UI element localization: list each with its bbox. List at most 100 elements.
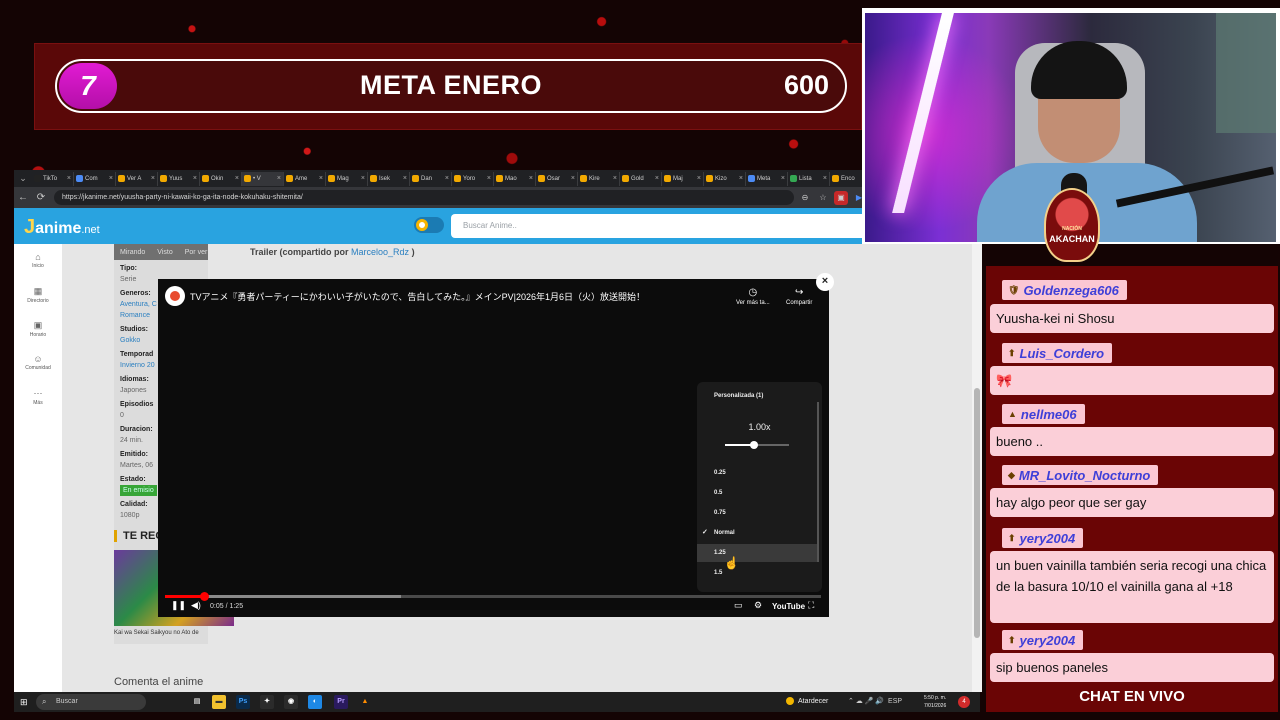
- close-tab-icon[interactable]: ×: [361, 175, 365, 182]
- youtube-logo[interactable]: YouTube: [772, 602, 805, 611]
- speed-option[interactable]: 0.5: [697, 484, 817, 502]
- speed-menu-scrollbar[interactable]: [817, 402, 819, 562]
- address-bar[interactable]: https://jkanime.net/yuusha-party-ni-kawa…: [54, 190, 794, 205]
- file-explorer-icon[interactable]: ▬: [212, 695, 226, 709]
- close-tab-icon[interactable]: ×: [445, 175, 449, 182]
- volume-icon[interactable]: ◀): [191, 600, 201, 611]
- edge-browser-icon[interactable]: ◐: [308, 695, 322, 709]
- watch-later-button[interactable]: ◷ Ver más ta...: [736, 287, 770, 306]
- close-tab-icon[interactable]: ×: [739, 175, 743, 182]
- task-view-icon[interactable]: ▤: [190, 695, 204, 709]
- close-tab-icon[interactable]: ×: [655, 175, 659, 182]
- zoom-icon[interactable]: ⊖: [798, 191, 812, 205]
- tab-visto[interactable]: Visto: [157, 249, 172, 256]
- close-tab-icon[interactable]: ×: [193, 175, 197, 182]
- settings-gear-icon[interactable]: ⚙: [754, 600, 762, 611]
- close-tab-icon[interactable]: ×: [235, 175, 239, 182]
- browser-tab[interactable]: Osar ×: [536, 171, 578, 186]
- chat-username[interactable]: ⬆ Luis_Cordero: [1002, 343, 1113, 363]
- chat-username[interactable]: ▲ nellme06: [1002, 404, 1085, 424]
- close-tab-icon[interactable]: ×: [823, 175, 827, 182]
- speed-slider[interactable]: [725, 441, 789, 449]
- browser-tab[interactable]: Ame ×: [284, 171, 326, 186]
- chat-username[interactable]: ⬆ yery2004: [1002, 630, 1084, 650]
- sidenav-item[interactable]: ▣ Horario: [14, 312, 62, 346]
- browser-tab[interactable]: Kire ×: [578, 171, 620, 186]
- sidenav-item[interactable]: ⌂ Inicio: [14, 244, 62, 278]
- custom-speed-label[interactable]: Personalizada (1): [714, 393, 763, 399]
- scrollbar-thumb[interactable]: [974, 388, 980, 638]
- obs-icon[interactable]: ◉: [284, 695, 298, 709]
- recommendation-title[interactable]: Kai wa Sekai Saikyou no Ato de: [114, 630, 199, 636]
- tab-por-ver[interactable]: Por ver: [185, 249, 208, 256]
- page-scrollbar[interactable]: [972, 244, 982, 692]
- chat-username[interactable]: ◆ MR_Lovito_Nocturno: [1002, 465, 1159, 485]
- browser-tab[interactable]: TikTo ×: [32, 171, 74, 186]
- browser-tab[interactable]: Meta ×: [746, 171, 788, 186]
- taskbar-search[interactable]: ⌕ Buscar: [36, 694, 146, 710]
- scrubber-handle[interactable]: [200, 592, 210, 601]
- premiere-icon[interactable]: Pr: [334, 695, 348, 709]
- channel-avatar[interactable]: [165, 286, 185, 306]
- bookmark-star-icon[interactable]: ☆: [816, 191, 830, 205]
- theme-toggle[interactable]: [414, 217, 444, 233]
- back-icon[interactable]: ←: [14, 192, 32, 203]
- browser-tab[interactable]: Yoro ×: [452, 171, 494, 186]
- close-tab-icon[interactable]: ×: [319, 175, 323, 182]
- sidenav-item[interactable]: ▦ Directorio: [14, 278, 62, 312]
- browser-tab[interactable]: Yuus ×: [158, 171, 200, 186]
- chat-username[interactable]: ⬆ yery2004: [1002, 528, 1084, 548]
- site-logo[interactable]: Janime.net: [24, 216, 100, 239]
- photoshop-icon[interactable]: Ps: [236, 695, 250, 709]
- close-tab-icon[interactable]: ×: [529, 175, 533, 182]
- browser-tab[interactable]: Okin ×: [200, 171, 242, 186]
- share-button[interactable]: ↪ Compartir: [786, 287, 812, 306]
- video-progress-bar[interactable]: [165, 592, 821, 601]
- browser-tab[interactable]: Maj ×: [662, 171, 704, 186]
- taskbar-clock[interactable]: 5:50 p. m. 7/01/2026: [924, 694, 946, 710]
- close-video-button[interactable]: ×: [816, 273, 834, 291]
- close-tab-icon[interactable]: ×: [781, 175, 785, 182]
- browser-tab[interactable]: Mao ×: [494, 171, 536, 186]
- browser-tab[interactable]: Kizo ×: [704, 171, 746, 186]
- notification-badge[interactable]: 4: [958, 696, 970, 708]
- close-tab-icon[interactable]: ×: [109, 175, 113, 182]
- chat-username[interactable]: 🛡 Goldenzega606: [1002, 280, 1127, 300]
- windows-start-icon[interactable]: ⊞: [20, 697, 30, 707]
- system-tray[interactable]: ⌃ ☁ 🎤 🔊 ESP: [848, 697, 902, 705]
- fullscreen-icon[interactable]: ⛶: [808, 600, 814, 611]
- browser-tab[interactable]: • V ×: [242, 171, 284, 186]
- speed-option[interactable]: 0.75: [697, 504, 817, 522]
- tab-search-icon[interactable]: ⌄: [14, 173, 32, 184]
- speed-slider-handle[interactable]: [749, 441, 758, 449]
- anime-search-input[interactable]: Buscar Anime..: [451, 214, 871, 238]
- subtitles-icon[interactable]: ▭: [734, 600, 743, 611]
- close-tab-icon[interactable]: ×: [571, 175, 575, 182]
- speed-option[interactable]: ✓ Normal: [697, 524, 817, 542]
- sidenav-item[interactable]: ☺ Comunidad: [14, 346, 62, 380]
- close-tab-icon[interactable]: ×: [487, 175, 491, 182]
- browser-tab[interactable]: Isek ×: [368, 171, 410, 186]
- speed-option[interactable]: 1.5: [697, 564, 817, 582]
- reload-icon[interactable]: ⟳: [32, 192, 50, 203]
- browser-tab[interactable]: Lista ×: [788, 171, 830, 186]
- app-icon[interactable]: ✦: [260, 695, 274, 709]
- close-tab-icon[interactable]: ×: [67, 175, 71, 182]
- video-title[interactable]: TVアニメ『勇者パーティーにかわいい子がいたので、告白してみた。』メインPV|2…: [190, 290, 645, 303]
- weather-widget[interactable]: Atardecer: [786, 697, 828, 705]
- extension-icon[interactable]: ▣: [834, 190, 848, 205]
- pause-icon[interactable]: ❚❚: [171, 600, 186, 611]
- speed-option[interactable]: 1.25: [697, 544, 817, 562]
- close-tab-icon[interactable]: ×: [697, 175, 701, 182]
- close-tab-icon[interactable]: ×: [403, 175, 407, 182]
- browser-tab[interactable]: Com ×: [74, 171, 116, 186]
- close-tab-icon[interactable]: ×: [151, 175, 155, 182]
- browser-tab[interactable]: Mag ×: [326, 171, 368, 186]
- sidenav-item[interactable]: ⋯ Más: [14, 380, 62, 414]
- tab-mirando[interactable]: Mirando: [120, 249, 145, 256]
- speed-option[interactable]: 0.25: [697, 464, 817, 482]
- close-tab-icon[interactable]: ×: [613, 175, 617, 182]
- browser-tab[interactable]: Ver A ×: [116, 171, 158, 186]
- trailer-user-link[interactable]: Marceloo_Rdz: [351, 247, 409, 257]
- close-tab-icon[interactable]: ×: [277, 175, 281, 182]
